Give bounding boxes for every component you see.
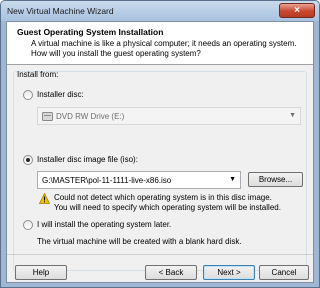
help-button[interactable]: Help (15, 265, 67, 280)
iso-image-radio[interactable] (23, 155, 33, 165)
dvd-drive-select[interactable]: DVD RW Drive (E:) ▼ (37, 107, 301, 125)
chevron-down-icon: ▼ (289, 112, 296, 119)
iso-warning-line1: Could not detect which operating system … (54, 193, 272, 202)
page-title: Guest Operating System Installation (17, 27, 164, 37)
chevron-down-icon[interactable]: ▼ (229, 176, 236, 183)
wizard-window: New Virtual Machine Wizard × Guest Opera… (0, 0, 320, 288)
window-title: New Virtual Machine Wizard (7, 6, 114, 16)
title-bar[interactable]: New Virtual Machine Wizard × (1, 1, 319, 21)
installer-disc-label[interactable]: Installer disc: (37, 90, 84, 99)
installer-disc-radio[interactable] (23, 90, 33, 100)
install-later-label[interactable]: I will install the operating system late… (37, 220, 171, 229)
iso-image-label[interactable]: Installer disc image file (iso): (37, 155, 138, 164)
iso-path-value: G:\MASTER\pol-11-1111-live-x86.iso (42, 176, 172, 185)
iso-path-input[interactable]: G:\MASTER\pol-11-1111-live-x86.iso ▼ (37, 171, 241, 189)
close-icon: × (294, 5, 300, 16)
dvd-drive-icon (42, 112, 53, 121)
warning-icon (39, 193, 50, 204)
wizard-header: Guest Operating System Installation A vi… (7, 22, 313, 65)
blank-disk-note: The virtual machine will be created with… (37, 237, 242, 246)
install-from-label: Install from: (17, 70, 59, 79)
install-later-radio[interactable] (23, 220, 33, 230)
back-button[interactable]: < Back (145, 265, 197, 280)
iso-warning-line2: You will need to specify which operating… (54, 203, 281, 212)
close-button[interactable]: × (279, 3, 315, 18)
dvd-drive-value: DVD RW Drive (E:) (56, 112, 125, 121)
browse-button[interactable]: Browse... (248, 172, 303, 187)
page-description: A virtual machine is like a physical com… (31, 39, 297, 58)
wizard-client-area: Guest Operating System Installation A vi… (6, 21, 314, 283)
cancel-button[interactable]: Cancel (259, 265, 309, 280)
next-button[interactable]: Next > (203, 265, 255, 280)
